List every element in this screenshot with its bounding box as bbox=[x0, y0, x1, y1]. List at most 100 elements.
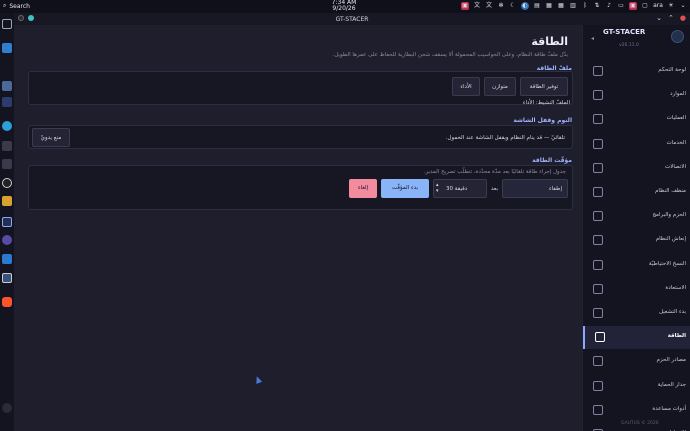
sidebar-item-processes[interactable]: العمليات bbox=[583, 108, 690, 131]
search-icon: ⌕ bbox=[3, 2, 7, 9]
sidebar: ◂ GT-STACER v26.11.0 لوحة التحكم الموارد ا… bbox=[582, 25, 690, 431]
sync-icon[interactable]: ◐ bbox=[521, 2, 529, 10]
desktop-icon[interactable] bbox=[2, 19, 12, 29]
app-icon[interactable]: ▣ bbox=[461, 2, 469, 10]
sidebar-item-label: الطاقة bbox=[667, 333, 686, 340]
sidebar-footer: GAUTUS © 2026 bbox=[621, 421, 659, 426]
start-timer-button[interactable]: بدء المؤقّت bbox=[381, 179, 429, 198]
sidebar-item-restore[interactable]: الاستعادة bbox=[583, 278, 690, 301]
sidebar-item-packages[interactable]: الحزم والبرامج bbox=[583, 205, 690, 228]
after-label: بعد bbox=[491, 186, 499, 192]
brand-logo bbox=[671, 30, 684, 43]
sidebar-item-dashboard[interactable]: لوحة التحكم bbox=[583, 60, 690, 83]
brightness-icon[interactable]: ☀ bbox=[667, 2, 675, 10]
timer-section-title: مؤقّت الطاقة bbox=[532, 157, 572, 164]
sidebar-item-power[interactable]: الطاقة bbox=[583, 326, 690, 350]
tool-icon[interactable] bbox=[2, 196, 12, 206]
sidebar-item-connections[interactable]: الاتصالات bbox=[583, 157, 690, 180]
performance-button[interactable]: الأداء bbox=[452, 77, 480, 96]
sidebar-item-firewall[interactable]: جدار الحماية bbox=[583, 375, 690, 398]
helpers-icon bbox=[593, 404, 603, 415]
sidebar-item-label: الحزم والبرامج bbox=[652, 212, 686, 219]
fan-icon[interactable]: ✻ bbox=[497, 2, 505, 10]
services-icon bbox=[593, 138, 603, 149]
stepper-down-icon[interactable]: ▾ bbox=[436, 182, 439, 200]
restore-icon bbox=[593, 283, 603, 294]
moon-icon[interactable]: ☾ bbox=[509, 2, 517, 10]
manual-inhibit-button[interactable]: منع يدويّ bbox=[32, 128, 70, 147]
github-icon[interactable] bbox=[2, 178, 12, 188]
duration-spinbox[interactable]: 30 دقيقة ▴ ▾ bbox=[433, 179, 487, 198]
close-icon[interactable]: ● bbox=[680, 14, 686, 22]
translate-icon[interactable]: 文 bbox=[485, 2, 493, 10]
sidebar-item-resources[interactable]: الموارد bbox=[583, 84, 690, 107]
clock-date: 9/20/26 bbox=[332, 5, 356, 12]
timer-card: جدول إجراء طاقة تلقائيًا بعد مدّة محدّدة… bbox=[28, 165, 573, 210]
stacer-icon[interactable] bbox=[2, 217, 12, 227]
sidebar-item-refresh[interactable]: إنعاش النظام bbox=[583, 229, 690, 252]
browser-icon[interactable] bbox=[2, 297, 12, 307]
packages-icon bbox=[593, 211, 603, 222]
battery-icon[interactable]: ▭ bbox=[617, 2, 625, 10]
power-saver-button[interactable]: توفير الطاقة bbox=[520, 77, 568, 96]
telegram-icon[interactable] bbox=[2, 141, 12, 151]
chat-icon[interactable] bbox=[2, 121, 12, 131]
clock[interactable]: 7:34 AM 9/20/26 bbox=[318, 0, 370, 12]
sidebar-item-startup[interactable]: بدء التشغيل bbox=[583, 302, 690, 325]
window-title: GT-STACER bbox=[335, 15, 369, 23]
calendar-icon[interactable]: ▦ bbox=[557, 2, 565, 10]
main-content: الطاقة بدّل ملفّ طاقة النظام، وعلى الحوا… bbox=[14, 25, 582, 431]
folder-icon[interactable]: ▤ bbox=[533, 2, 541, 10]
dock bbox=[0, 13, 14, 431]
maximize-icon[interactable]: ⌃ bbox=[668, 14, 674, 22]
sidebar-item-label: جدار الحماية bbox=[657, 381, 686, 388]
sidebar-item-cleaner[interactable]: منظف النظام bbox=[583, 181, 690, 204]
translate-icon[interactable]: 文 bbox=[473, 2, 481, 10]
window-titlebar[interactable]: GT-STACER ⌄ ⌃ ● bbox=[14, 13, 690, 25]
sidebar-item-label: الاستعادة bbox=[665, 284, 686, 291]
update-icon[interactable]: ▣ bbox=[629, 2, 637, 10]
page-subtitle: بدّل ملفّ طاقة النظام، وعلى الحواسيب الم… bbox=[332, 52, 568, 58]
sidebar-item-backups[interactable]: النسخ الاحتياطيّة bbox=[583, 254, 690, 277]
chevron-down-icon[interactable]: ⌄ bbox=[679, 2, 687, 10]
backups-icon bbox=[593, 259, 603, 270]
app-icon[interactable] bbox=[2, 235, 12, 245]
sidebar-item-repositories[interactable]: مصادر الحزم bbox=[583, 350, 690, 373]
sidebar-item-label: الموارد bbox=[670, 91, 686, 98]
files-icon[interactable] bbox=[2, 81, 12, 91]
calendar-icon[interactable]: ▦ bbox=[545, 2, 553, 10]
firewall-icon bbox=[593, 380, 603, 391]
monitor-icon[interactable] bbox=[2, 273, 12, 283]
terminal-icon[interactable] bbox=[2, 97, 12, 107]
notes-icon[interactable] bbox=[2, 159, 12, 169]
cancel-timer-button[interactable]: إلغاء bbox=[349, 179, 377, 198]
sidebar-item-label: النسخ الاحتياطيّة bbox=[648, 260, 686, 267]
network-icon[interactable]: ⇅ bbox=[593, 2, 601, 10]
timer-action-select[interactable]: إطفاء bbox=[502, 179, 568, 198]
minimize-icon[interactable]: ⌄ bbox=[656, 14, 662, 22]
connections-icon bbox=[593, 162, 603, 173]
keyboard-layout[interactable]: ara bbox=[653, 2, 663, 10]
sidebar-item-label: منظف النظام bbox=[654, 188, 686, 194]
brand-name: GT-STACER bbox=[603, 28, 646, 36]
collapse-icon[interactable]: ◂ bbox=[591, 35, 594, 42]
document-icon[interactable]: ▢ bbox=[641, 2, 649, 10]
profile-card: توفير الطاقة متوازن الأداء bbox=[28, 71, 573, 105]
launcher-icon[interactable] bbox=[2, 403, 12, 413]
volume-icon[interactable]: ♪ bbox=[605, 2, 613, 10]
sidebar-item-label: أدوات مساعدة bbox=[652, 405, 686, 412]
processes-icon bbox=[593, 114, 603, 125]
sidebar-item-services[interactable]: الخدمات bbox=[583, 133, 690, 156]
search-launcher[interactable]: ⌕ Search bbox=[3, 2, 30, 10]
clipboard-icon[interactable]: ▥ bbox=[569, 2, 577, 10]
desktop: ⌕ Search 7:34 AM 9/20/26 ▣ 文 文 ✻ ☾ ◐ ▤ ▦… bbox=[0, 0, 690, 431]
active-profile-label: الملفّ النشيط: الأداء bbox=[522, 100, 570, 106]
sidebar-item-helpers[interactable]: أدوات مساعدة bbox=[583, 399, 690, 422]
bluetooth-icon[interactable]: ᛒ bbox=[581, 2, 589, 10]
vpn-icon[interactable] bbox=[2, 254, 12, 264]
balanced-button[interactable]: متوازن bbox=[484, 77, 516, 96]
sidebar-item-label: الاتصالات bbox=[665, 163, 686, 170]
sidebar-item-label: إنعاش النظام bbox=[655, 236, 686, 243]
store-icon[interactable] bbox=[2, 43, 12, 53]
dashboard-icon bbox=[593, 66, 603, 76]
